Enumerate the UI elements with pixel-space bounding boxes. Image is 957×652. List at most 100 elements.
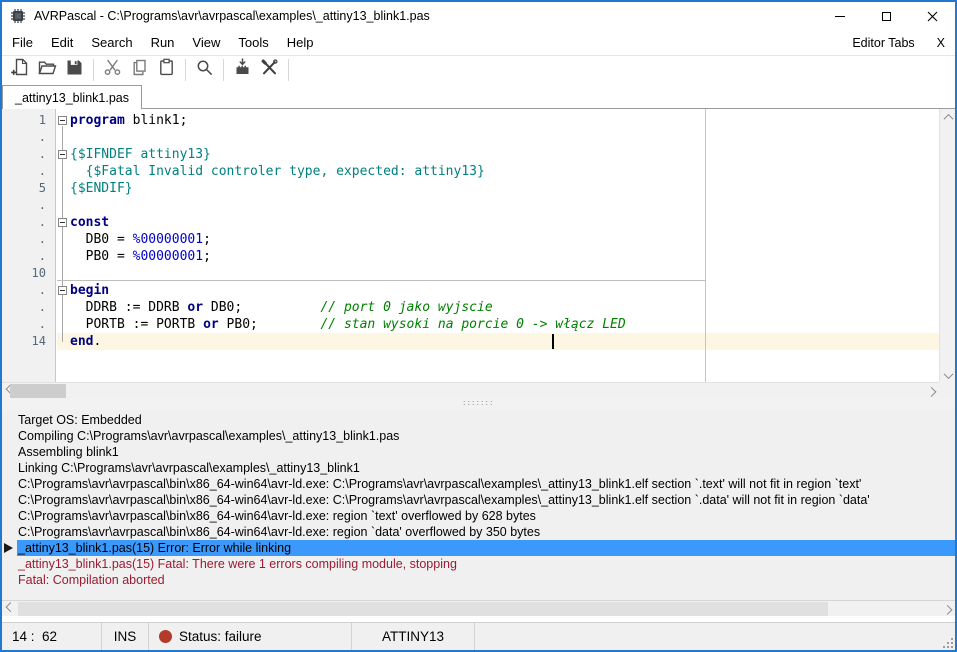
paste-button[interactable] (153, 57, 180, 83)
menu-item-view[interactable]: View (184, 35, 228, 50)
scroll-down-button[interactable] (940, 367, 955, 383)
menu-right-x[interactable]: X (937, 36, 945, 50)
message-row[interactable]: Linking C:\Programs\avr\avrpascal\exampl… (2, 460, 955, 476)
flash-chip-button[interactable] (229, 57, 256, 83)
splitter-grip-icon: ······· ······· (462, 400, 495, 408)
paste-icon (157, 58, 176, 82)
save-button[interactable] (61, 57, 88, 83)
editor-vertical-scrollbar[interactable] (939, 109, 955, 383)
message-row[interactable]: C:\Programs\avr\avrpascal\bin\x86_64-win… (2, 508, 955, 524)
line-number: . (38, 147, 46, 161)
scroll-up-button[interactable] (940, 109, 955, 125)
line-number: 5 (38, 181, 46, 195)
code-line: {$IFNDEF attiny13} (57, 146, 939, 163)
minimize-icon (835, 15, 845, 17)
code-line: DDRB := DDRB or DB0; // port 0 jako wyjs… (57, 299, 939, 316)
code-token: end (70, 334, 94, 349)
scroll-left-button[interactable] (2, 600, 18, 616)
menu-item-tools[interactable]: Tools (230, 35, 276, 50)
message-row[interactable]: C:\Programs\avr\avrpascal\bin\x86_64-win… (2, 476, 955, 492)
code-line: program blink1; (57, 112, 939, 129)
toolbar-separator (93, 59, 94, 81)
code-token: // stan wysoki na porcie 0 -> włącz LED (320, 317, 626, 332)
caret-position-cell: 14 : 62 (2, 623, 102, 650)
flash-chip-icon (233, 58, 252, 82)
new-file-button[interactable] (7, 57, 34, 83)
message-row[interactable]: Fatal: Compilation aborted (2, 572, 955, 588)
menu-item-help[interactable]: Help (279, 35, 322, 50)
resize-grip-icon[interactable] (943, 638, 953, 648)
editor-horizontal-scrollbar[interactable] (2, 382, 939, 398)
message-row[interactable]: C:\Programs\avr\avrpascal\bin\x86_64-win… (2, 524, 955, 540)
right-margin-line (705, 109, 706, 383)
code-token: ; (203, 232, 211, 247)
tab-attiny13-blink1-pas[interactable]: _attiny13_blink1.pas (2, 85, 142, 109)
fold-end-line (57, 280, 705, 281)
message-row[interactable]: C:\Programs\avr\avrpascal\bin\x86_64-win… (2, 492, 955, 508)
scroll-right-button[interactable] (923, 382, 939, 398)
message-row[interactable]: Assembling blink1 (2, 444, 955, 460)
maximize-button[interactable] (863, 2, 909, 30)
menu-item-search[interactable]: Search (83, 35, 140, 50)
scrollbar-thumb[interactable] (18, 602, 828, 616)
copy-icon (130, 58, 149, 82)
fold-marker-icon[interactable] (58, 150, 67, 159)
open-folder-button[interactable] (34, 57, 61, 83)
code-token: PORTB := PORTB (70, 317, 204, 332)
line-number: . (38, 198, 46, 212)
message-row[interactable]: Compiling C:\Programs\avr\avrpascal\exam… (2, 428, 955, 444)
status-cell: Status: failure (149, 623, 352, 650)
maximize-icon (881, 11, 891, 21)
code-line: end. (57, 333, 939, 350)
window-title: AVRPascal - C:\Programs\avr\avrpascal\ex… (34, 9, 430, 23)
code-token: {$ENDIF} (70, 181, 133, 196)
copy-button[interactable] (126, 57, 153, 83)
new-file-icon (11, 58, 30, 82)
message-row[interactable]: Target OS: Embedded (2, 412, 955, 428)
chevron-right-icon (942, 604, 952, 615)
close-button[interactable] (909, 2, 955, 30)
statusbar: 14 : 62 INS Status: failure ATTINY13 (2, 622, 955, 650)
status-failure-icon (159, 630, 172, 643)
cut-icon (103, 58, 122, 82)
compiler-messages-panel: Target OS: Embedded Compiling C:\Programs… (2, 410, 955, 600)
fold-marker-icon[interactable] (58, 116, 67, 125)
window-controls (817, 2, 955, 30)
toolbar-separator (223, 59, 224, 81)
chevron-left-icon (5, 601, 15, 612)
code-editor[interactable]: program blink1; {$IFNDEF attiny13} {$Fata… (2, 108, 955, 398)
search-button[interactable] (191, 57, 218, 83)
message-row-selected[interactable]: _attiny13_blink1.pas(15) Error: Error wh… (2, 540, 955, 556)
code-token: PB0; (218, 317, 321, 332)
fold-marker-icon[interactable] (58, 218, 67, 227)
cut-button[interactable] (99, 57, 126, 83)
tools-icon (260, 58, 279, 82)
message-row[interactable]: _attiny13_blink1.pas(15) Fatal: There we… (2, 556, 955, 572)
close-icon (927, 11, 937, 21)
scroll-right-button[interactable] (939, 600, 955, 616)
tools-button[interactable] (256, 57, 283, 83)
scrollbar-thumb[interactable] (10, 384, 66, 398)
code-token: . (93, 334, 102, 349)
menu-item-file[interactable]: File (4, 35, 41, 50)
menu-item-edit[interactable]: Edit (43, 35, 81, 50)
code-line: {$Fatal Invalid controler type, expected… (57, 163, 939, 180)
chip-icon (10, 8, 26, 24)
code-line: DB0 = %00000001; (57, 231, 939, 248)
menu-item-run[interactable]: Run (143, 35, 183, 50)
line-number: . (38, 164, 46, 178)
line-number: 10 (31, 266, 46, 280)
fold-marker-icon[interactable] (58, 286, 67, 295)
open-folder-icon (38, 58, 57, 82)
line-number: . (38, 300, 46, 314)
line-number: . (38, 249, 46, 263)
code-token: DDRB := DDRB (70, 300, 188, 315)
panel-splitter[interactable]: ······· ······· (2, 398, 955, 410)
code-token: blink1; (124, 113, 188, 128)
menu-right-editor-tabs[interactable]: Editor Tabs (852, 36, 914, 50)
messages-horizontal-scrollbar[interactable] (2, 600, 955, 616)
minimize-button[interactable] (817, 2, 863, 30)
code-line: begin (57, 282, 939, 299)
